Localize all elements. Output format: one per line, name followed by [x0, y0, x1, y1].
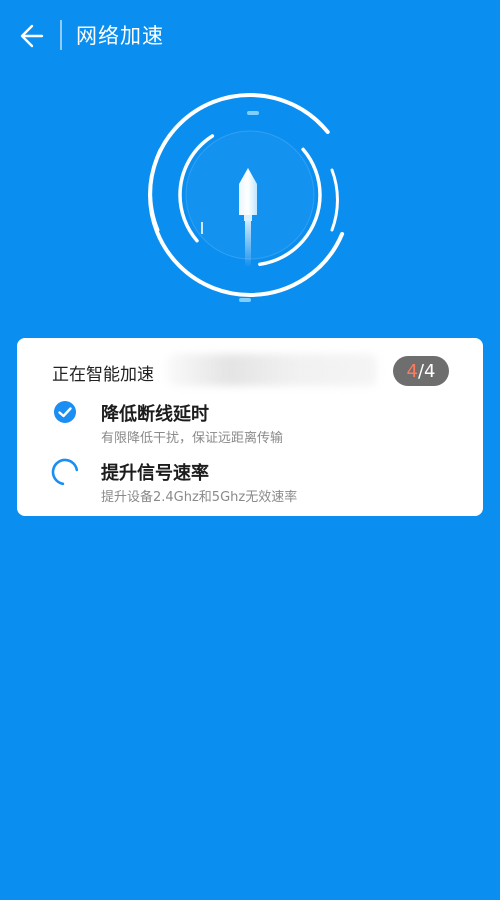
top-bar: 网络加速 [0, 0, 500, 72]
check-circle-icon [53, 400, 77, 424]
page-title: 网络加速 [76, 24, 164, 48]
header-divider [60, 20, 62, 50]
step-current: 4 [406, 360, 418, 382]
step-title: 降低断线延时 [101, 404, 209, 425]
step-counter-badge: 4/4 [393, 356, 449, 386]
step-title: 提升信号速率 [101, 463, 209, 484]
back-button[interactable] [14, 18, 50, 54]
status-text: 正在智能加速 [52, 365, 154, 385]
rocket-radar-icon [148, 93, 352, 302]
back-arrow-icon [20, 24, 44, 48]
acceleration-animation [0, 80, 500, 320]
step-description: 提升设备2.4Ghz和5Ghz无效速率 [101, 490, 298, 505]
loading-spinner-icon [51, 458, 79, 486]
step-total: 4 [424, 360, 436, 382]
step-description: 有限降低干扰，保证远距离传输 [101, 431, 284, 446]
acceleration-card: 正在智能加速 4/4 降低断线延时 有限降低干扰，保证远距离传输 提升信号速率 … [17, 338, 483, 516]
redacted-network-name [167, 354, 377, 386]
